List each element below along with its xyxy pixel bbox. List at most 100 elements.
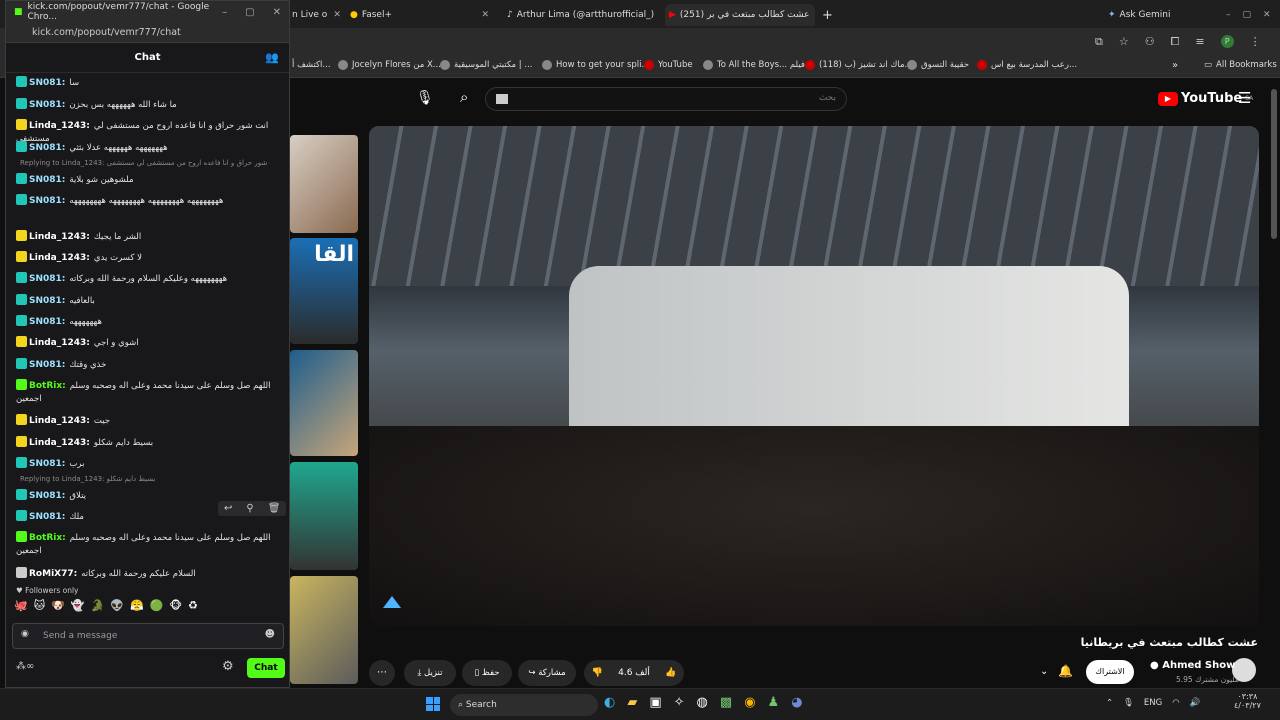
emote[interactable]: 🟢	[150, 599, 164, 612]
chat-username[interactable]: Linda_1243:	[29, 338, 90, 348]
app-icon[interactable]: ♟	[768, 695, 780, 710]
chat-username[interactable]: SN081:	[29, 360, 65, 370]
chat-username[interactable]: Linda_1243:	[29, 121, 90, 131]
chat-username[interactable]: RoMiX77:	[29, 569, 77, 579]
app-icon[interactable]: ◍	[697, 695, 708, 710]
chat-username[interactable]: Linda_1243:	[29, 253, 90, 263]
chat-message[interactable]: Linda_1243: بسيط دايم شكلو	[16, 436, 278, 450]
chat-username[interactable]: SN081:	[29, 459, 65, 469]
wifi-icon[interactable]: ◠	[1172, 698, 1179, 708]
maximize-icon[interactable]: ▢	[1243, 10, 1252, 20]
subscribe-button[interactable]: الاشتراك	[1086, 660, 1134, 684]
chat-message[interactable]: Linda_1243: لا كسرت يدي	[16, 251, 278, 265]
photos-icon[interactable]: ▩	[720, 695, 732, 710]
bookmark-item[interactable]: (118) ماك اند تشيز (ب...	[805, 60, 913, 70]
bookmark-star-icon[interactable]: ☆	[1119, 35, 1129, 49]
media-icon[interactable]: ≡	[1195, 35, 1204, 49]
tab-youtube-active[interactable]: ▶(251) عشت كطالب مبتعث في بر✕	[665, 4, 815, 26]
close-icon[interactable]: ✕	[327, 10, 342, 20]
emote[interactable]: 🐱	[34, 599, 45, 612]
menu-icon[interactable]: ⋮	[1250, 35, 1261, 49]
chat-message[interactable]: Linda_1243: اشوي و اجي	[16, 336, 278, 350]
chat-username[interactable]: Linda_1243:	[29, 438, 90, 448]
download-button[interactable]: ⤓ تنزيل	[404, 660, 456, 686]
file-explorer-icon[interactable]: ▰	[627, 695, 637, 710]
like-button[interactable]: 👍	[665, 668, 676, 678]
emote[interactable]: 🐵	[169, 599, 182, 612]
video-thumbnail[interactable]: القا	[290, 238, 358, 344]
maximize-icon[interactable]: ▢	[245, 7, 254, 18]
delete-icon[interactable]: 🗑	[268, 503, 281, 514]
emoji-icon[interactable]: ☻	[265, 629, 275, 640]
video-player[interactable]	[369, 126, 1259, 626]
points-icon[interactable]: ⁂∞	[16, 661, 34, 672]
bookmark-item[interactable]: مكتبتي الموسيقية | ...	[440, 60, 532, 70]
close-icon[interactable]: ✕	[475, 10, 495, 20]
bookmark-item[interactable]: حقيبة التسوق	[907, 60, 969, 70]
bell-icon[interactable]: 🔔	[1058, 664, 1073, 678]
chat-message[interactable]: BotRix: اللهم صل وسلم على سيدنا محمد وعلى…	[16, 531, 278, 558]
chat-message[interactable]: RoMiX77: السلام عليكم ورحمة الله وبركاته	[16, 567, 278, 581]
chat-username[interactable]: Linda_1243:	[29, 416, 90, 426]
chat-message[interactable]: Linda_1243: الشر ما يجيك	[16, 230, 278, 244]
bookmark-item[interactable]: اكتشف أ...	[292, 60, 331, 70]
bookmark-item[interactable]: To All the Boys... فيلم	[703, 60, 805, 70]
bookmark-item[interactable]: Jocelyn Flores من X...	[338, 60, 441, 70]
minimize-icon[interactable]: –	[222, 7, 227, 18]
more-bookmarks-icon[interactable]: »	[1172, 60, 1178, 71]
bookmark-item[interactable]: YouTube	[644, 60, 693, 70]
gear-icon[interactable]: ⚙	[222, 659, 234, 674]
tab-live[interactable]: n Live o ✕	[292, 4, 342, 26]
puzzle-icon[interactable]: ⧠	[1171, 35, 1180, 49]
chat-username[interactable]: SN081:	[29, 143, 65, 153]
user-list-icon[interactable]: 👥	[265, 51, 279, 64]
chat-message[interactable]: SN081: هههههههه ههههههه عدلا بثثي	[16, 141, 278, 155]
more-actions-button[interactable]: ⋯	[369, 660, 395, 686]
send-chat-button[interactable]: Chat	[247, 658, 285, 678]
reply-icon[interactable]: ↩	[224, 503, 232, 514]
chat-username[interactable]: SN081:	[29, 78, 65, 88]
tab-tiktok[interactable]: ♪Arthur Lima (@artthurofficial_)✕	[507, 4, 657, 26]
search-icon[interactable]: ⌕	[460, 88, 468, 106]
pin-icon[interactable]: ⚲	[246, 503, 253, 514]
chat-message[interactable]: SN081: ملشوهين شو بلاية	[16, 173, 278, 187]
tab-fasel[interactable]: ● Fasel+ ✕	[350, 4, 495, 26]
chat-message[interactable]: SN081: ههههههههه ههههههههه ههههههههه هههه…	[16, 194, 278, 208]
share-button[interactable]: ↪ مشاركة	[518, 660, 576, 686]
close-icon[interactable]: ✕	[809, 10, 815, 20]
store-icon[interactable]: ▣	[649, 695, 661, 710]
minimize-icon[interactable]: –	[1226, 10, 1231, 20]
dislike-button[interactable]: 👎	[592, 668, 603, 678]
emote[interactable]: 😤	[130, 599, 144, 612]
discord-icon[interactable]: ◕	[791, 695, 802, 710]
windows-start-icon[interactable]	[426, 697, 440, 711]
chat-message[interactable]: SN081: ما شاء الله ههههههه بس بحزن	[16, 98, 278, 112]
search-input[interactable]: بحث	[485, 87, 847, 111]
chat-message[interactable]: SN081: برب	[16, 457, 278, 471]
bookmark-item[interactable]: How to get your spli...	[542, 60, 650, 70]
chat-username[interactable]: SN081:	[29, 100, 65, 110]
install-icon[interactable]: ⧉	[1095, 35, 1103, 49]
settings-icon[interactable]: ✧	[674, 695, 685, 710]
bookmark-item[interactable]: رعب المدرسة بيع اس...	[977, 60, 1077, 70]
video-thumbnail[interactable]	[290, 135, 358, 233]
chat-message[interactable]: SN081: هههههههه	[16, 315, 278, 329]
all-bookmarks[interactable]: ▭ All Bookmarks	[1204, 60, 1277, 70]
chat-message[interactable]: Linda_1243: جيت	[16, 414, 278, 428]
chat-mode-icon[interactable]: ◉	[21, 629, 29, 639]
chat-username[interactable]: SN081:	[29, 512, 65, 522]
hamburger-icon[interactable]: ☰	[1238, 89, 1251, 107]
chat-username[interactable]: Linda_1243:	[29, 232, 90, 242]
chevron-down-icon[interactable]: ⌄	[1040, 666, 1048, 677]
language-indicator[interactable]: ENG	[1144, 698, 1162, 708]
chrome-icon[interactable]: ◉	[744, 695, 755, 710]
chat-username[interactable]: SN081:	[29, 274, 65, 284]
close-window-icon[interactable]: ✕	[273, 7, 281, 18]
volume-icon[interactable]: 🔊	[1190, 698, 1201, 708]
chat-username[interactable]: SN081:	[29, 491, 65, 501]
emote[interactable]: 👽	[110, 599, 124, 612]
close-window-icon[interactable]: ✕	[1263, 10, 1271, 20]
emote[interactable]: 🐶	[51, 599, 65, 612]
chat-username[interactable]: BotRix:	[29, 381, 66, 391]
video-thumbnail[interactable]	[290, 462, 358, 570]
